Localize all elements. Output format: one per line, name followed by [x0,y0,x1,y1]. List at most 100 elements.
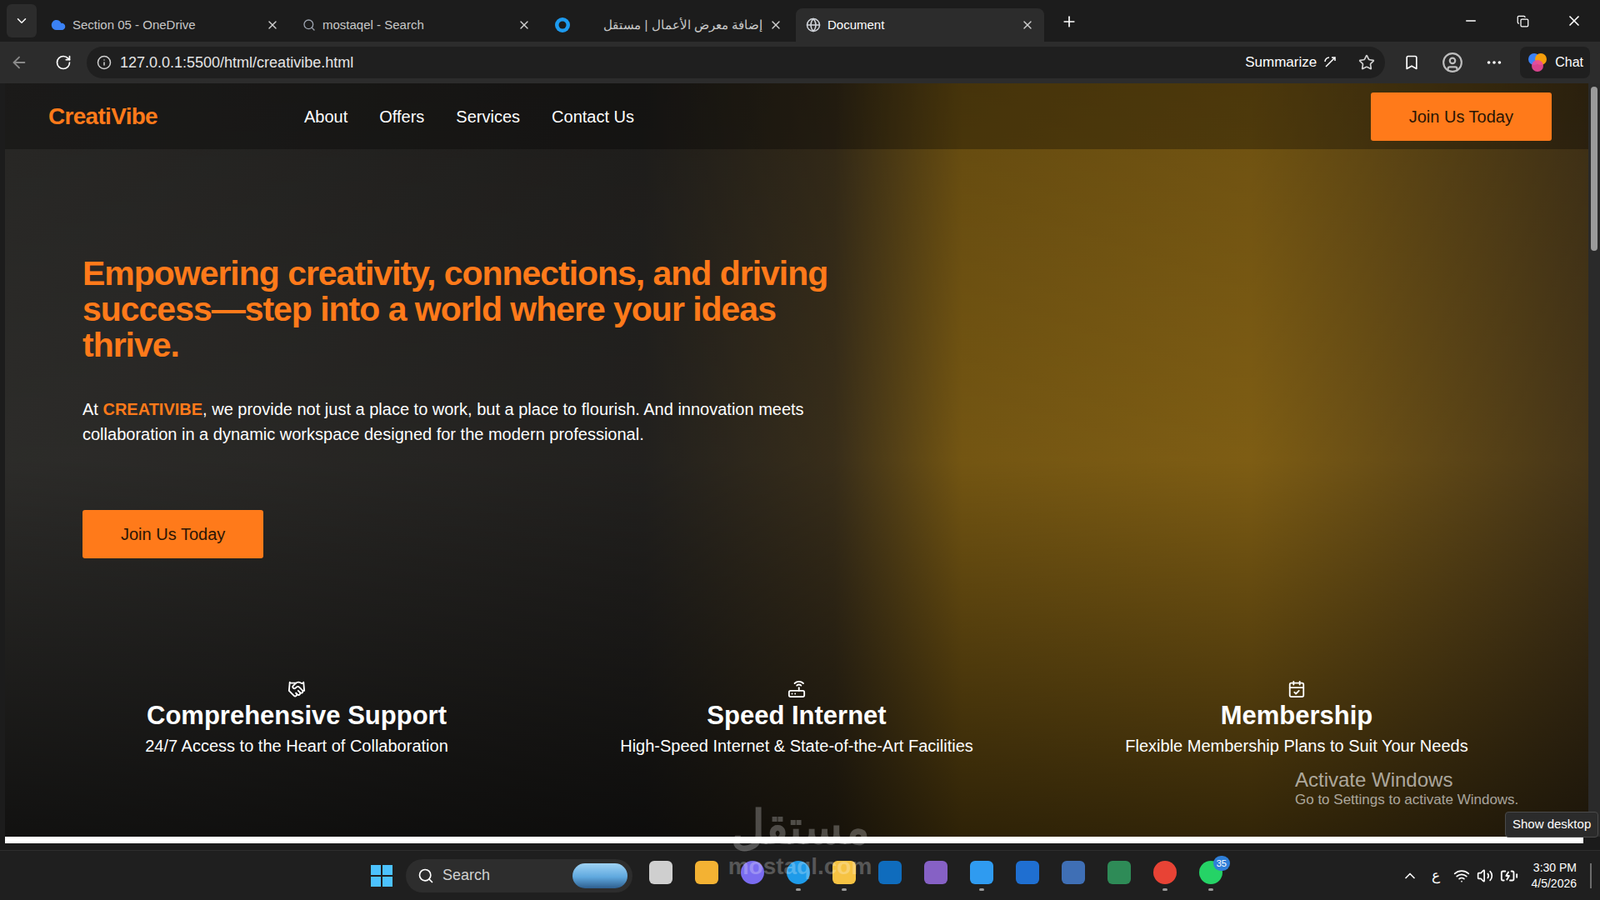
restore-icon [1516,15,1530,28]
nav-link[interactable]: About [304,104,348,130]
scrollbar[interactable] [1588,83,1600,837]
battery-icon[interactable] [1500,866,1519,885]
favorites-icon[interactable] [1403,54,1420,71]
show-desktop-button[interactable] [1590,863,1592,889]
site-info-icon[interactable] [96,55,112,70]
close-icon[interactable] [517,18,531,32]
taskbar-app[interactable] [912,852,959,900]
address-field[interactable]: 127.0.0.1:5500/html/creativibe.html Summa… [86,46,1385,79]
windows-logo-icon [370,864,394,888]
close-icon[interactable] [769,18,783,32]
summarize-button[interactable]: Summarize [1245,51,1339,74]
chevron-down-icon [14,13,30,29]
app-icon [878,860,902,885]
taskbar-app[interactable] [1050,852,1096,900]
notification-badge: 35 [1213,855,1230,871]
tab-actions-button[interactable] [6,4,37,38]
tab-label: mostaqel - Search [322,15,511,35]
nav-link[interactable]: Services [455,104,520,130]
search-icon [302,18,316,32]
feature-icon [1287,680,1306,699]
taskbar-app[interactable] [775,852,821,900]
hero-heading: Empowering creativity, connections, and … [82,255,833,364]
app-icon [1015,860,1040,885]
address-bar-row: 127.0.0.1:5500/html/creativibe.html Summa… [0,41,1600,84]
app-icon [924,860,948,885]
more-icon[interactable] [1485,53,1504,72]
header-join-button[interactable]: Join Us Today [1370,92,1552,141]
app-icon [1153,860,1177,885]
url-text: 127.0.0.1:5500/html/creativibe.html [120,51,354,75]
reload-icon[interactable] [55,54,72,71]
browser-tab[interactable]: mostaqel - Search [292,8,541,42]
tab-strip: Section 05 - OneDrive mostaqel - Search إض… [0,0,1600,42]
browser-tab[interactable]: Document [795,8,1045,42]
desktop: Section 05 - OneDrive mostaqel - Search إض… [0,0,1600,900]
input-language[interactable]: ع [1431,865,1440,887]
taskbar-app[interactable] [1141,852,1188,900]
tray-overflow-icon[interactable] [1401,867,1419,885]
app-icon [1061,860,1085,885]
wifi-icon[interactable] [1453,867,1470,885]
back-icon[interactable] [10,53,29,72]
scrollbar-thumb[interactable] [1590,86,1598,251]
feature-icon [787,680,806,699]
app-icon [695,860,719,885]
onedrive-icon [50,17,66,33]
taskbar-app[interactable] [1004,852,1050,900]
nav-link[interactable]: Contact Us [551,104,635,130]
running-indicator [1208,888,1214,891]
clock[interactable]: 3:30 PM4/5/2026 [1531,860,1578,892]
plus-icon [1060,13,1078,30]
close-icon[interactable] [1020,18,1035,32]
feature-text: Flexible Membership Plans to Suit Your N… [1125,735,1468,757]
site-logo[interactable]: CreatiVibe [48,99,158,135]
search-highlight-icon [572,863,628,889]
close-window-button[interactable] [1548,0,1600,42]
close-window-icon [1565,12,1583,30]
taskbar-app[interactable] [637,852,684,900]
running-indicator [1162,888,1168,891]
nav-link[interactable]: Offers [379,104,425,130]
volume-icon[interactable] [1476,867,1494,885]
browser-tab[interactable]: Section 05 - OneDrive [40,8,290,42]
profile-icon[interactable] [1441,51,1464,74]
browser-tab[interactable]: إضافة معرض الأعمال | مستقل [544,8,793,42]
page-bottom-strip [5,836,1584,844]
close-icon[interactable] [265,18,280,32]
app-icon [832,860,856,885]
taskbar-app[interactable] [958,852,1005,900]
minimize-button[interactable] [1445,0,1497,42]
new-tab-button[interactable] [1054,6,1085,37]
taskbar-app[interactable] [683,852,730,900]
feature-title: Membership [1220,701,1374,730]
tab-label: Document [827,15,1015,35]
running-indicator [841,888,847,891]
taskbar-app[interactable] [820,852,867,900]
taskbar-app[interactable] [866,852,913,900]
taskbar-app[interactable] [1095,852,1142,900]
restore-button[interactable] [1496,0,1549,42]
hero-join-button[interactable]: Join Us Today [82,510,264,559]
feature-title: Comprehensive Support [146,701,447,730]
feature-title: Speed Internet [706,701,886,730]
chat-button[interactable]: Chat [1520,46,1590,79]
search-icon [417,867,435,885]
running-indicator [979,888,985,891]
taskbar-app[interactable]: 35 [1187,852,1234,900]
feature-text: 24/7 Access to the Heart of Collaboratio… [145,735,449,757]
start-button[interactable] [358,852,405,900]
hero: Empowering creativity, connections, and … [5,149,1589,559]
favorite-icon[interactable] [1358,54,1375,71]
taskbar-app[interactable] [729,852,775,900]
app-icon [970,860,994,885]
app-icon [1107,860,1131,885]
taskbar-search[interactable]: Search [405,859,633,893]
